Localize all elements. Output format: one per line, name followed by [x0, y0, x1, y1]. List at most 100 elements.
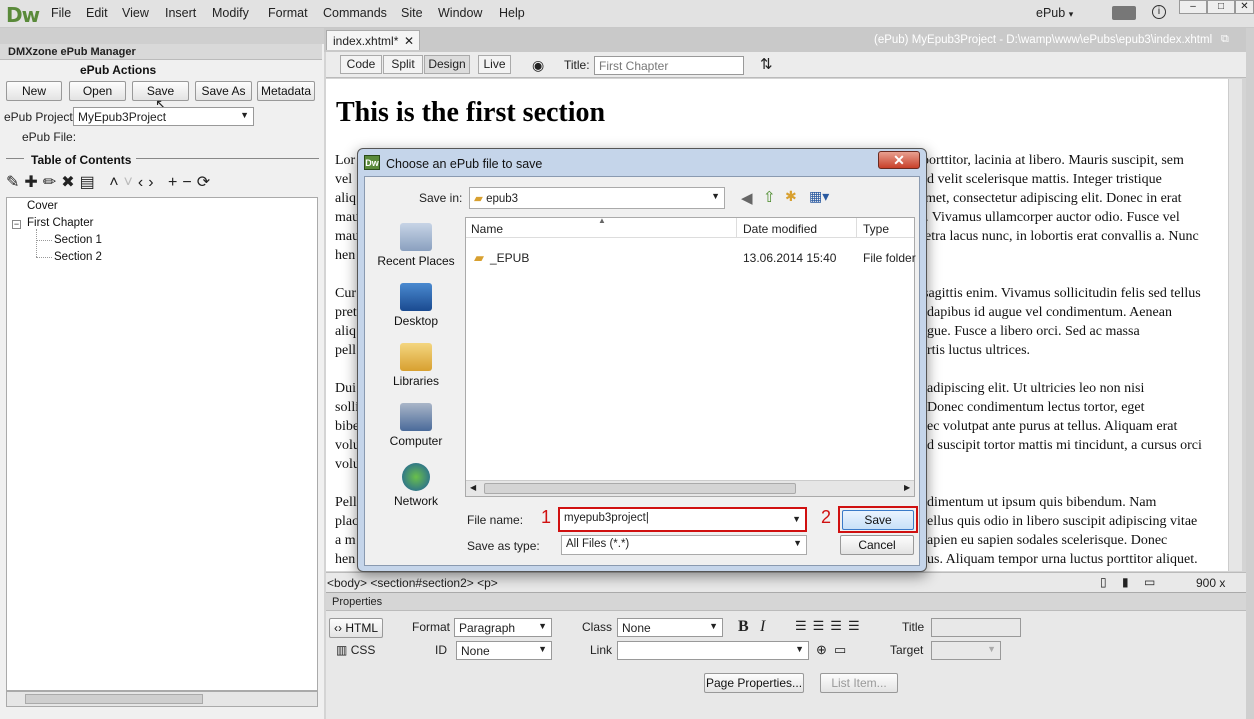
- file-list-hscroll[interactable]: ◀ ▶: [466, 480, 914, 496]
- scroll-right-icon[interactable]: ▶: [904, 483, 910, 492]
- menu-format[interactable]: Format: [268, 6, 308, 20]
- view-menu-icon[interactable]: ▦▾: [809, 188, 829, 205]
- workspace-switcher[interactable]: ePub ▾: [1036, 6, 1073, 20]
- scroll-thumb[interactable]: [25, 694, 203, 704]
- vertical-scrollbar[interactable]: [1228, 79, 1242, 571]
- tablet-size-icon[interactable]: ▮: [1122, 575, 1129, 589]
- toc-item-cover[interactable]: Cover: [27, 200, 58, 212]
- trash-icon[interactable]: ▤: [80, 174, 100, 191]
- toc-item-section-2[interactable]: Section 2: [54, 251, 102, 263]
- extend-icon[interactable]: [1112, 6, 1136, 20]
- dialog-save-button[interactable]: Save: [842, 510, 914, 530]
- horizontal-scrollbar[interactable]: [6, 691, 318, 707]
- design-view-button[interactable]: Design: [424, 55, 470, 74]
- id-select[interactable]: None ▼: [456, 641, 552, 660]
- file-management-icon[interactable]: ⇅: [760, 55, 773, 73]
- place-libraries[interactable]: Libraries: [376, 343, 456, 388]
- code-view-button[interactable]: Code: [340, 55, 382, 74]
- list-icons[interactable]: ☰☰☰☰: [795, 618, 866, 634]
- pencil-icon[interactable]: ✏: [43, 174, 61, 191]
- back-icon[interactable]: ◀: [741, 189, 753, 207]
- desktop-size-icon[interactable]: ▭: [1144, 575, 1155, 589]
- browse-folder-icon[interactable]: ▭: [834, 642, 846, 658]
- save-as-button[interactable]: Save As: [195, 81, 252, 101]
- css-mode-button[interactable]: ▥ CSS: [336, 643, 375, 657]
- minimize-button[interactable]: –: [1179, 0, 1207, 14]
- delete-icon[interactable]: ✖: [61, 174, 79, 191]
- document-heading: This is the first section: [336, 97, 606, 128]
- remove-sub-icon[interactable]: −: [182, 174, 196, 191]
- file-row[interactable]: ▰ _EPUB 13.06.2014 15:40 File folder: [466, 250, 916, 268]
- menu-view[interactable]: View: [122, 6, 149, 20]
- menu-edit[interactable]: Edit: [86, 6, 108, 20]
- info-icon[interactable]: i: [1152, 5, 1166, 19]
- title-prop-input[interactable]: [931, 618, 1021, 637]
- col-date[interactable]: Date modified: [743, 222, 817, 236]
- class-select[interactable]: None ▼: [617, 618, 723, 637]
- tag-selector[interactable]: <body> <section#section2> <p>: [327, 576, 498, 590]
- move-up-icon[interactable]: ˄: [109, 174, 123, 191]
- bold-icon[interactable]: B: [738, 618, 749, 636]
- toc-item-section-1[interactable]: Section 1: [54, 234, 102, 246]
- mobile-size-icon[interactable]: ▯: [1100, 575, 1107, 589]
- edit-icon[interactable]: ✎: [6, 174, 24, 191]
- dialog-cancel-button[interactable]: Cancel: [840, 535, 914, 555]
- tree-line: [36, 229, 37, 257]
- html-mode-button[interactable]: ‹› HTML: [329, 618, 383, 638]
- target-select[interactable]: ▼: [931, 641, 1001, 660]
- save-in-select[interactable]: ▰ epub3 ▼: [469, 187, 725, 209]
- globe-icon[interactable]: ◉: [532, 57, 544, 74]
- file-list-scroll-thumb[interactable]: [484, 483, 796, 494]
- italic-icon[interactable]: I: [760, 618, 765, 636]
- file-name-input[interactable]: myepub3project| ▼: [558, 507, 807, 532]
- point-to-file-icon[interactable]: ⊕: [816, 642, 827, 658]
- file-type-select[interactable]: All Files (*.*) ▼: [561, 535, 807, 555]
- scroll-left-icon[interactable]: ◀: [470, 483, 476, 492]
- link-input[interactable]: ▼: [617, 641, 809, 660]
- place-recent[interactable]: Recent Places: [376, 223, 456, 268]
- list-item-button[interactable]: List Item...: [820, 673, 898, 693]
- up-folder-icon[interactable]: ⇧: [763, 188, 776, 206]
- move-left-icon[interactable]: ‹: [138, 174, 148, 191]
- add-sub-icon[interactable]: +: [168, 174, 182, 191]
- title-input[interactable]: First Chapter: [594, 56, 744, 75]
- col-type[interactable]: Type: [863, 222, 889, 236]
- split-view-button[interactable]: Split: [383, 55, 423, 74]
- open-button[interactable]: Open: [69, 81, 126, 101]
- maximize-button[interactable]: □: [1207, 0, 1235, 14]
- title-label: Title:: [564, 58, 590, 72]
- format-select[interactable]: Paragraph ▼: [454, 618, 552, 637]
- refresh-icon[interactable]: ⟳: [197, 174, 215, 191]
- restore-icon[interactable]: ⧉: [1221, 33, 1229, 46]
- toc-item-first-chapter[interactable]: First Chapter: [27, 217, 93, 229]
- close-window-button[interactable]: ✕: [1235, 0, 1254, 14]
- network-icon: [402, 463, 430, 491]
- place-network[interactable]: Network: [376, 463, 456, 508]
- move-down-icon[interactable]: ˅: [124, 174, 138, 191]
- target-label: Target: [890, 643, 924, 657]
- menu-modify[interactable]: Modify: [212, 6, 249, 20]
- menu-file[interactable]: File: [51, 6, 71, 20]
- new-button[interactable]: New: [6, 81, 62, 101]
- divider: [6, 158, 24, 159]
- move-right-icon[interactable]: ›: [148, 174, 158, 191]
- col-name[interactable]: Name: [471, 222, 503, 236]
- menu-commands[interactable]: Commands: [323, 6, 387, 20]
- live-view-button[interactable]: Live: [478, 55, 511, 74]
- epub-project-select[interactable]: MyEpub3Project ▼: [73, 107, 254, 126]
- dialog-close-button[interactable]: ✕: [878, 151, 920, 169]
- place-desktop[interactable]: Desktop: [376, 283, 456, 328]
- computer-icon: [400, 403, 432, 431]
- collapse-icon[interactable]: −: [12, 220, 21, 229]
- add-icon[interactable]: ✚: [24, 174, 42, 191]
- menu-insert[interactable]: Insert: [165, 6, 196, 20]
- menu-window[interactable]: Window: [438, 6, 482, 20]
- menu-help[interactable]: Help: [499, 6, 525, 20]
- menu-site[interactable]: Site: [401, 6, 423, 20]
- places-bar: Recent Places Desktop Libraries Computer…: [372, 217, 462, 508]
- metadata-button[interactable]: Metadata: [257, 81, 315, 101]
- new-folder-icon[interactable]: ✱: [785, 188, 797, 205]
- place-computer[interactable]: Computer: [376, 403, 456, 448]
- page-properties-button[interactable]: Page Properties...: [704, 673, 804, 693]
- tab-index-xhtml[interactable]: index.xhtml* ✕: [326, 30, 420, 50]
